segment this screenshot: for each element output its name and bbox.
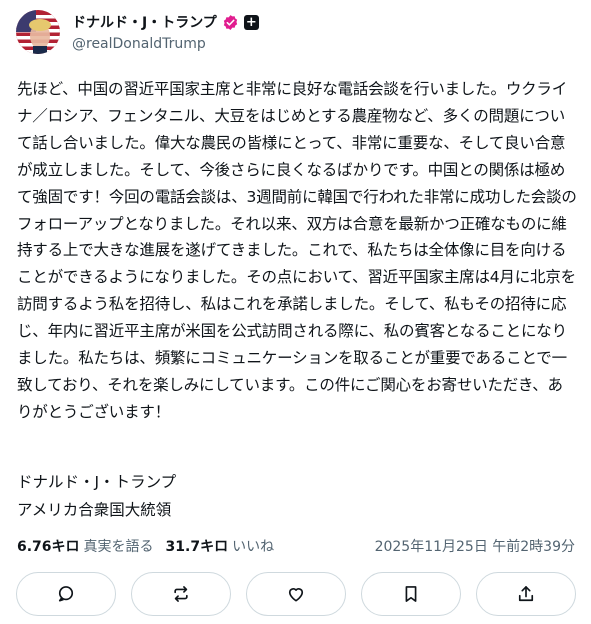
plus-badge-icon: +	[243, 14, 259, 30]
avatar-image	[16, 10, 60, 54]
signature-name: ドナルド・J・トランプ	[17, 473, 177, 491]
reposts-label[interactable]: 真実を語る	[84, 536, 154, 556]
likes-count[interactable]: 31.7キロ	[166, 536, 229, 556]
action-bar	[16, 572, 576, 616]
post-timestamp[interactable]: 2025年11月25日 午前2時39分	[375, 536, 575, 556]
post-text: 先ほど、中国の習近平国家主席と非常に良好な電話会談を行いました。ウクライナ／ロシ…	[17, 80, 577, 421]
avatar[interactable]	[16, 10, 60, 54]
repost-icon	[174, 586, 188, 602]
heart-icon	[288, 588, 304, 602]
post-card: ドナルド・J・トランプ + @realDonaldTrump 先ほど、中国の習近…	[0, 0, 591, 624]
reposts-count[interactable]: 6.76キロ	[17, 536, 80, 556]
bookmark-icon	[405, 586, 417, 602]
bookmark-button[interactable]	[361, 572, 461, 616]
verified-badge-icon	[223, 14, 237, 30]
signature-title: アメリカ合衆国大統領	[17, 501, 172, 519]
share-button[interactable]	[476, 572, 576, 616]
author-display-name: ドナルド・J・トランプ	[72, 15, 217, 31]
author-name-row[interactable]: ドナルド・J・トランプ +	[72, 12, 259, 32]
author-handle[interactable]: @realDonaldTrump	[72, 36, 206, 52]
reply-button[interactable]	[16, 572, 116, 616]
like-button[interactable]	[246, 572, 346, 616]
repost-button[interactable]	[131, 572, 231, 616]
share-icon	[518, 586, 534, 602]
likes-label[interactable]: いいね	[232, 536, 274, 556]
comment-icon	[58, 586, 74, 602]
post-stats: 6.76キロ 真実を語る 31.7キロ いいね	[17, 536, 274, 556]
